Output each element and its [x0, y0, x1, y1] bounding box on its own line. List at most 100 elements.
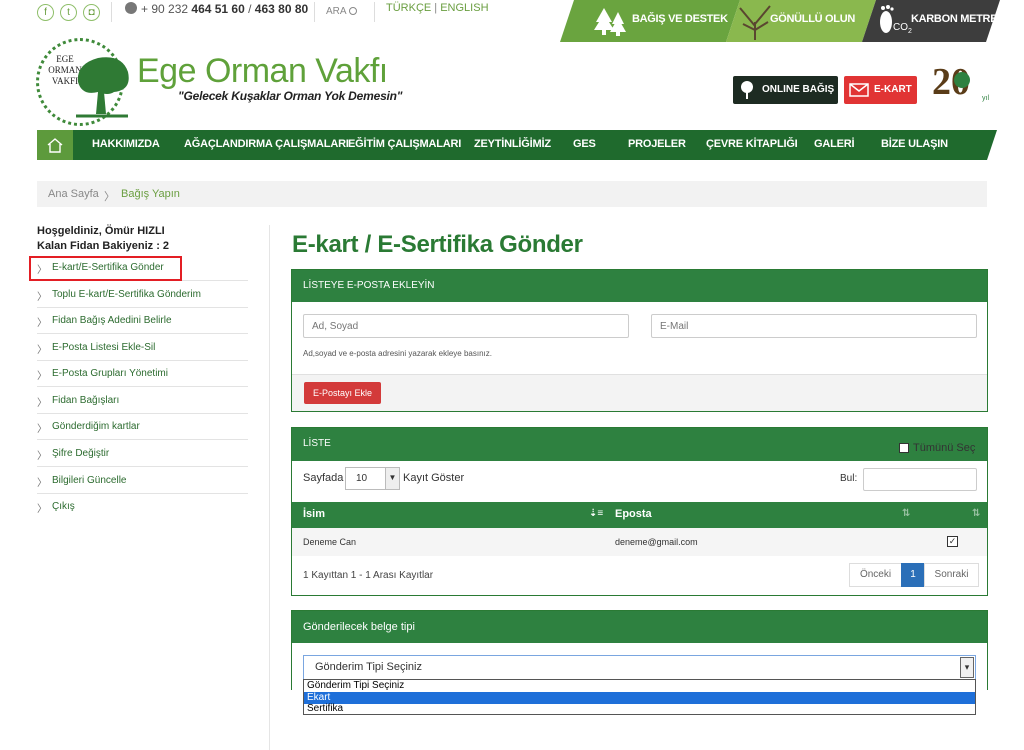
nav-afforestation[interactable]: AĞAÇLANDIRMA ÇALIŞMALARI [184, 138, 349, 150]
sidebar-divider [269, 225, 270, 750]
site-slogan: "Gelecek Kuşaklar Orman Yok Demesin" [178, 89, 403, 103]
page-size-suffix: Kayıt Göster [403, 472, 465, 484]
sidebar-item-bulk-send[interactable]: 〉 Toplu E-kart/E-Sertifika Gönderim [37, 282, 248, 308]
pagination-prev[interactable]: Önceki [849, 563, 902, 587]
document-type-select[interactable]: Gönderim Tipi Seçiniz ▾ [303, 655, 976, 680]
search-link[interactable]: ARA [326, 6, 357, 17]
sidebar-item-label: Fidan Bağışları [52, 395, 120, 406]
nav-projects[interactable]: PROJELER [628, 138, 686, 150]
site-title[interactable]: Ege Orman Vakfı [137, 52, 388, 91]
facebook-icon[interactable]: f [37, 4, 54, 21]
table-search-input[interactable] [863, 468, 977, 491]
chevron-down-icon: ▼ [385, 468, 399, 489]
nav-home[interactable] [37, 130, 73, 160]
instagram-icon[interactable]: ◘ [83, 4, 100, 21]
breadcrumb-chevron-icon: 〉 [104, 191, 115, 203]
nav-ges[interactable]: GES [573, 138, 596, 150]
table-row: Deneme Can deneme@gmail.com ✓ [292, 528, 987, 556]
name-input[interactable] [303, 314, 629, 338]
breadcrumb-current: Bağış Yapın [121, 188, 180, 200]
sidebar-item-label: Gönderdiğim kartlar [52, 421, 140, 432]
document-type-panel: Gönderilecek belge tipi Gönderim Tipi Se… [291, 610, 988, 690]
sort-alpha-icon[interactable]: ⇣≡ [589, 508, 603, 519]
welcome-text: Hoşgeldiniz, Ömür HIZLI [37, 225, 165, 237]
chevron-right-icon: 〉 [37, 371, 47, 382]
language-switcher: TÜRKÇE | ENGLISH [386, 2, 489, 14]
select-all-checkbox[interactable] [899, 443, 909, 453]
nav-gallery[interactable]: GALERİ [814, 138, 855, 150]
option-certificate[interactable]: Sertifika [304, 703, 975, 715]
add-email-panel-title: LİSTEYE E-POSTA EKLEYİN [303, 280, 435, 291]
phone-prefix: + 90 232 [141, 2, 192, 16]
badge-leaf-icon [954, 72, 970, 88]
divider [374, 2, 375, 22]
add-email-panel-header: LİSTEYE E-POSTA EKLEYİN [292, 270, 987, 302]
page-size-prefix: Sayfada [303, 472, 344, 484]
online-donation-button[interactable]: ONLINE BAĞIŞ [733, 76, 838, 104]
column-name[interactable]: İsim [303, 508, 325, 520]
lang-en-link[interactable]: ENGLISH [440, 2, 488, 14]
sidebar-item-label: E-Posta Listesi Ekle-Sil [52, 342, 156, 353]
nav-contact[interactable]: BİZE ULAŞIN [881, 138, 948, 150]
search-label: Bul: [840, 473, 858, 484]
active-item-highlight [29, 256, 182, 281]
divider [111, 2, 112, 22]
add-email-button[interactable]: E-Postayı Ekle [304, 382, 381, 404]
list-panel-title: LİSTE [303, 438, 331, 449]
document-type-selected: Gönderim Tipi Seçiniz [315, 661, 422, 673]
lang-tr-link[interactable]: TÜRKÇE [386, 2, 431, 14]
sidebar-item-change-password[interactable]: 〉 Şifre Değiştir [37, 441, 248, 467]
donate-support-link[interactable]: BAĞIŞ VE DESTEK [632, 13, 728, 25]
sidebar-item-sent-cards[interactable]: 〉 Gönderdiğim kartlar [37, 414, 248, 440]
sidebar-item-label: Fidan Bağış Adedini Belirle [52, 315, 172, 326]
carbon-meter-link[interactable]: KARBON METRE [911, 13, 998, 25]
sidebar-item-email-list[interactable]: 〉 E-Posta Listesi Ekle-Sil [37, 335, 248, 361]
option-select-type[interactable]: Gönderim Tipi Seçiniz [304, 680, 975, 692]
nav-library[interactable]: ÇEVRE KİTAPLIĞI [706, 138, 798, 150]
document-type-dropdown: Gönderim Tipi Seçiniz Ekart Sertifika [303, 679, 976, 715]
sidebar-item-update-info[interactable]: 〉 Bilgileri Güncelle [37, 468, 248, 494]
document-type-panel-title: Gönderilecek belge tipi [303, 621, 415, 633]
ekart-button[interactable]: E-KART [844, 76, 917, 104]
sidebar-item-email-groups[interactable]: 〉 E-Posta Grupları Yönetimi [37, 361, 248, 387]
phone-icon [125, 2, 137, 14]
phone-2: 463 80 80 [254, 2, 309, 16]
sort-icon[interactable]: ⇅ [972, 508, 980, 519]
sidebar-item-label: Şifre Değiştir [52, 448, 110, 459]
tree-icon [741, 81, 753, 99]
page-size-select[interactable]: 10 ▼ [345, 467, 400, 490]
nav-about[interactable]: HAKKIMIZDA [92, 138, 160, 150]
volunteer-link[interactable]: GÖNÜLLÜ OLUN [770, 13, 855, 25]
sidebar-item-label: Toplu E-kart/E-Sertifika Gönderim [52, 289, 201, 300]
sapling-balance: Kalan Fidan Bakiyeniz : 2 [37, 240, 170, 252]
phone-1: 464 51 60 [191, 2, 245, 16]
chevron-right-icon: 〉 [37, 504, 47, 515]
table-header: İsim ⇣≡ Eposta ⇅ ⇅ [292, 502, 987, 528]
chevron-right-icon: 〉 [37, 478, 47, 489]
column-email[interactable]: Eposta [615, 508, 652, 520]
list-panel: LİSTE Tümünü Seç Sayfada 10 ▼ Kayıt Göst… [291, 427, 988, 596]
nav-education[interactable]: EĞİTİM ÇALIŞMALARI [348, 138, 461, 150]
chevron-down-icon[interactable]: ▾ [960, 657, 974, 678]
envelope-icon [849, 83, 869, 97]
breadcrumb-home[interactable]: Ana Sayfa [48, 188, 99, 200]
twitter-icon[interactable]: t [60, 4, 77, 21]
sidebar-item-donations[interactable]: 〉 Fidan Bağışları [37, 388, 248, 414]
row-checkbox[interactable]: ✓ [947, 536, 958, 547]
sidebar-item-label: Çıkış [52, 501, 75, 512]
nav-olive-grove[interactable]: ZEYTİNLİĞİMİZ [474, 138, 551, 150]
sidebar-item-logout[interactable]: 〉 Çıkış [37, 494, 248, 520]
sidebar-item-sapling-count[interactable]: 〉 Fidan Bağış Adedini Belirle [37, 308, 248, 334]
chevron-right-icon: 〉 [37, 318, 47, 329]
add-email-panel: LİSTEYE E-POSTA EKLEYİN Ad,soyad ve e-po… [291, 269, 988, 412]
row-name: Deneme Can [303, 537, 357, 547]
pagination-next[interactable]: Sonraki [924, 563, 979, 587]
add-email-panel-footer [292, 374, 987, 411]
chevron-right-icon: 〉 [37, 424, 47, 435]
pagination-page[interactable]: 1 [901, 563, 925, 587]
divider [314, 2, 315, 22]
online-donation-label: ONLINE BAĞIŞ [762, 84, 835, 95]
page-title: E-kart / E-Sertifika Gönder [292, 231, 583, 258]
email-input[interactable] [651, 314, 977, 338]
sort-icon[interactable]: ⇅ [902, 508, 910, 519]
